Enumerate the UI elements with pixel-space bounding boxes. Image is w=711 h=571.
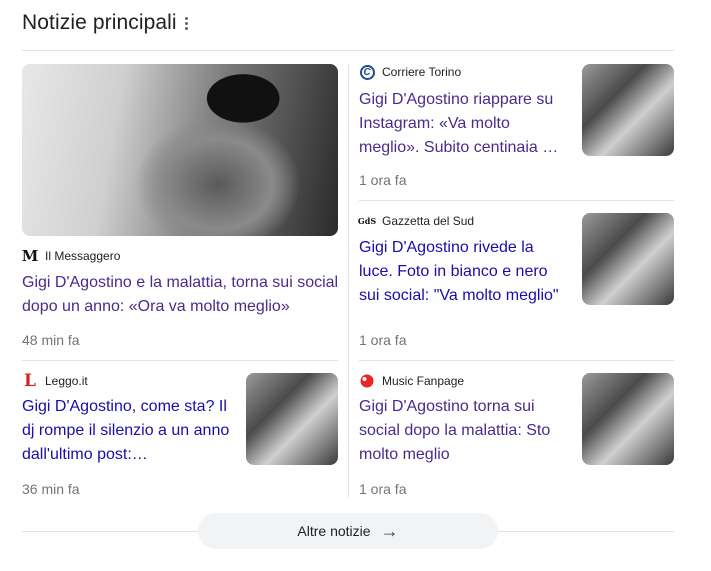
article-card[interactable]: L Leggo.it Gigi D'Agostino, come sta? Il… <box>22 371 234 467</box>
more-news-button[interactable]: Altre notizie → <box>198 513 498 549</box>
article-headline[interactable]: Gigi D'Agostino, come sta? Il dj rompe i… <box>22 395 234 467</box>
article-thumbnail[interactable] <box>582 64 674 156</box>
arrow-right-icon: → <box>380 521 399 541</box>
source-name: Gazzetta del Sud <box>382 214 475 228</box>
article-divider <box>359 360 674 361</box>
source-name: Leggo.it <box>45 374 88 388</box>
header-divider <box>22 50 674 51</box>
article-image[interactable] <box>22 64 338 236</box>
article-thumbnail[interactable] <box>582 213 674 305</box>
article-headline[interactable]: Gigi D'Agostino e la malattia, torna sui… <box>22 271 342 319</box>
article-time: 48 min fa <box>22 332 80 348</box>
article-source: L Leggo.it <box>22 371 234 391</box>
article-thumbnail[interactable] <box>582 373 674 465</box>
leggo-logo: L <box>24 371 36 391</box>
article-divider <box>359 200 674 201</box>
article-card[interactable]: Music Fanpage Gigi D'Agostino torna sui … <box>359 373 571 467</box>
article-source: Music Fanpage <box>359 373 571 389</box>
article-card[interactable]: GdS Gazzetta del Sud Gigi D'Agostino riv… <box>357 213 571 308</box>
article-time: 1 ora fa <box>359 481 407 497</box>
article-thumbnail[interactable] <box>246 373 338 465</box>
il-messaggero-logo: M <box>21 247 39 265</box>
article-source: M Il Messaggero <box>21 247 342 265</box>
section-title: Notizie principali <box>22 11 177 34</box>
more-options-icon[interactable] <box>183 13 190 34</box>
corriere-torino-logo: C <box>359 64 375 80</box>
article-source: C Corriere Torino <box>359 64 571 80</box>
source-name: Il Messaggero <box>45 249 121 263</box>
article-headline[interactable]: Gigi D'Agostino torna sui social dopo la… <box>359 395 571 467</box>
article-time: 1 ora fa <box>359 172 407 188</box>
article-time: 1 ora fa <box>359 332 407 348</box>
gazzetta-del-sud-logo: GdS <box>357 216 377 226</box>
article-divider <box>22 360 338 361</box>
article-source: GdS Gazzetta del Sud <box>357 213 571 229</box>
article-headline[interactable]: Gigi D'Agostino riappare su Instagram: «… <box>359 88 571 160</box>
article-time: 36 min fa <box>22 481 80 497</box>
article-card[interactable]: M Il Messaggero Gigi D'Agostino e la mal… <box>21 247 342 319</box>
more-news-label: Altre notizie <box>297 523 371 539</box>
section-header: Notizie principali <box>22 8 190 38</box>
source-name: Music Fanpage <box>382 374 465 388</box>
column-divider <box>348 64 349 497</box>
source-name: Corriere Torino <box>382 65 462 79</box>
article-card[interactable]: C Corriere Torino Gigi D'Agostino riappa… <box>359 64 571 160</box>
article-headline[interactable]: Gigi D'Agostino rivede la luce. Foto in … <box>359 236 571 308</box>
music-fanpage-logo <box>359 373 375 389</box>
